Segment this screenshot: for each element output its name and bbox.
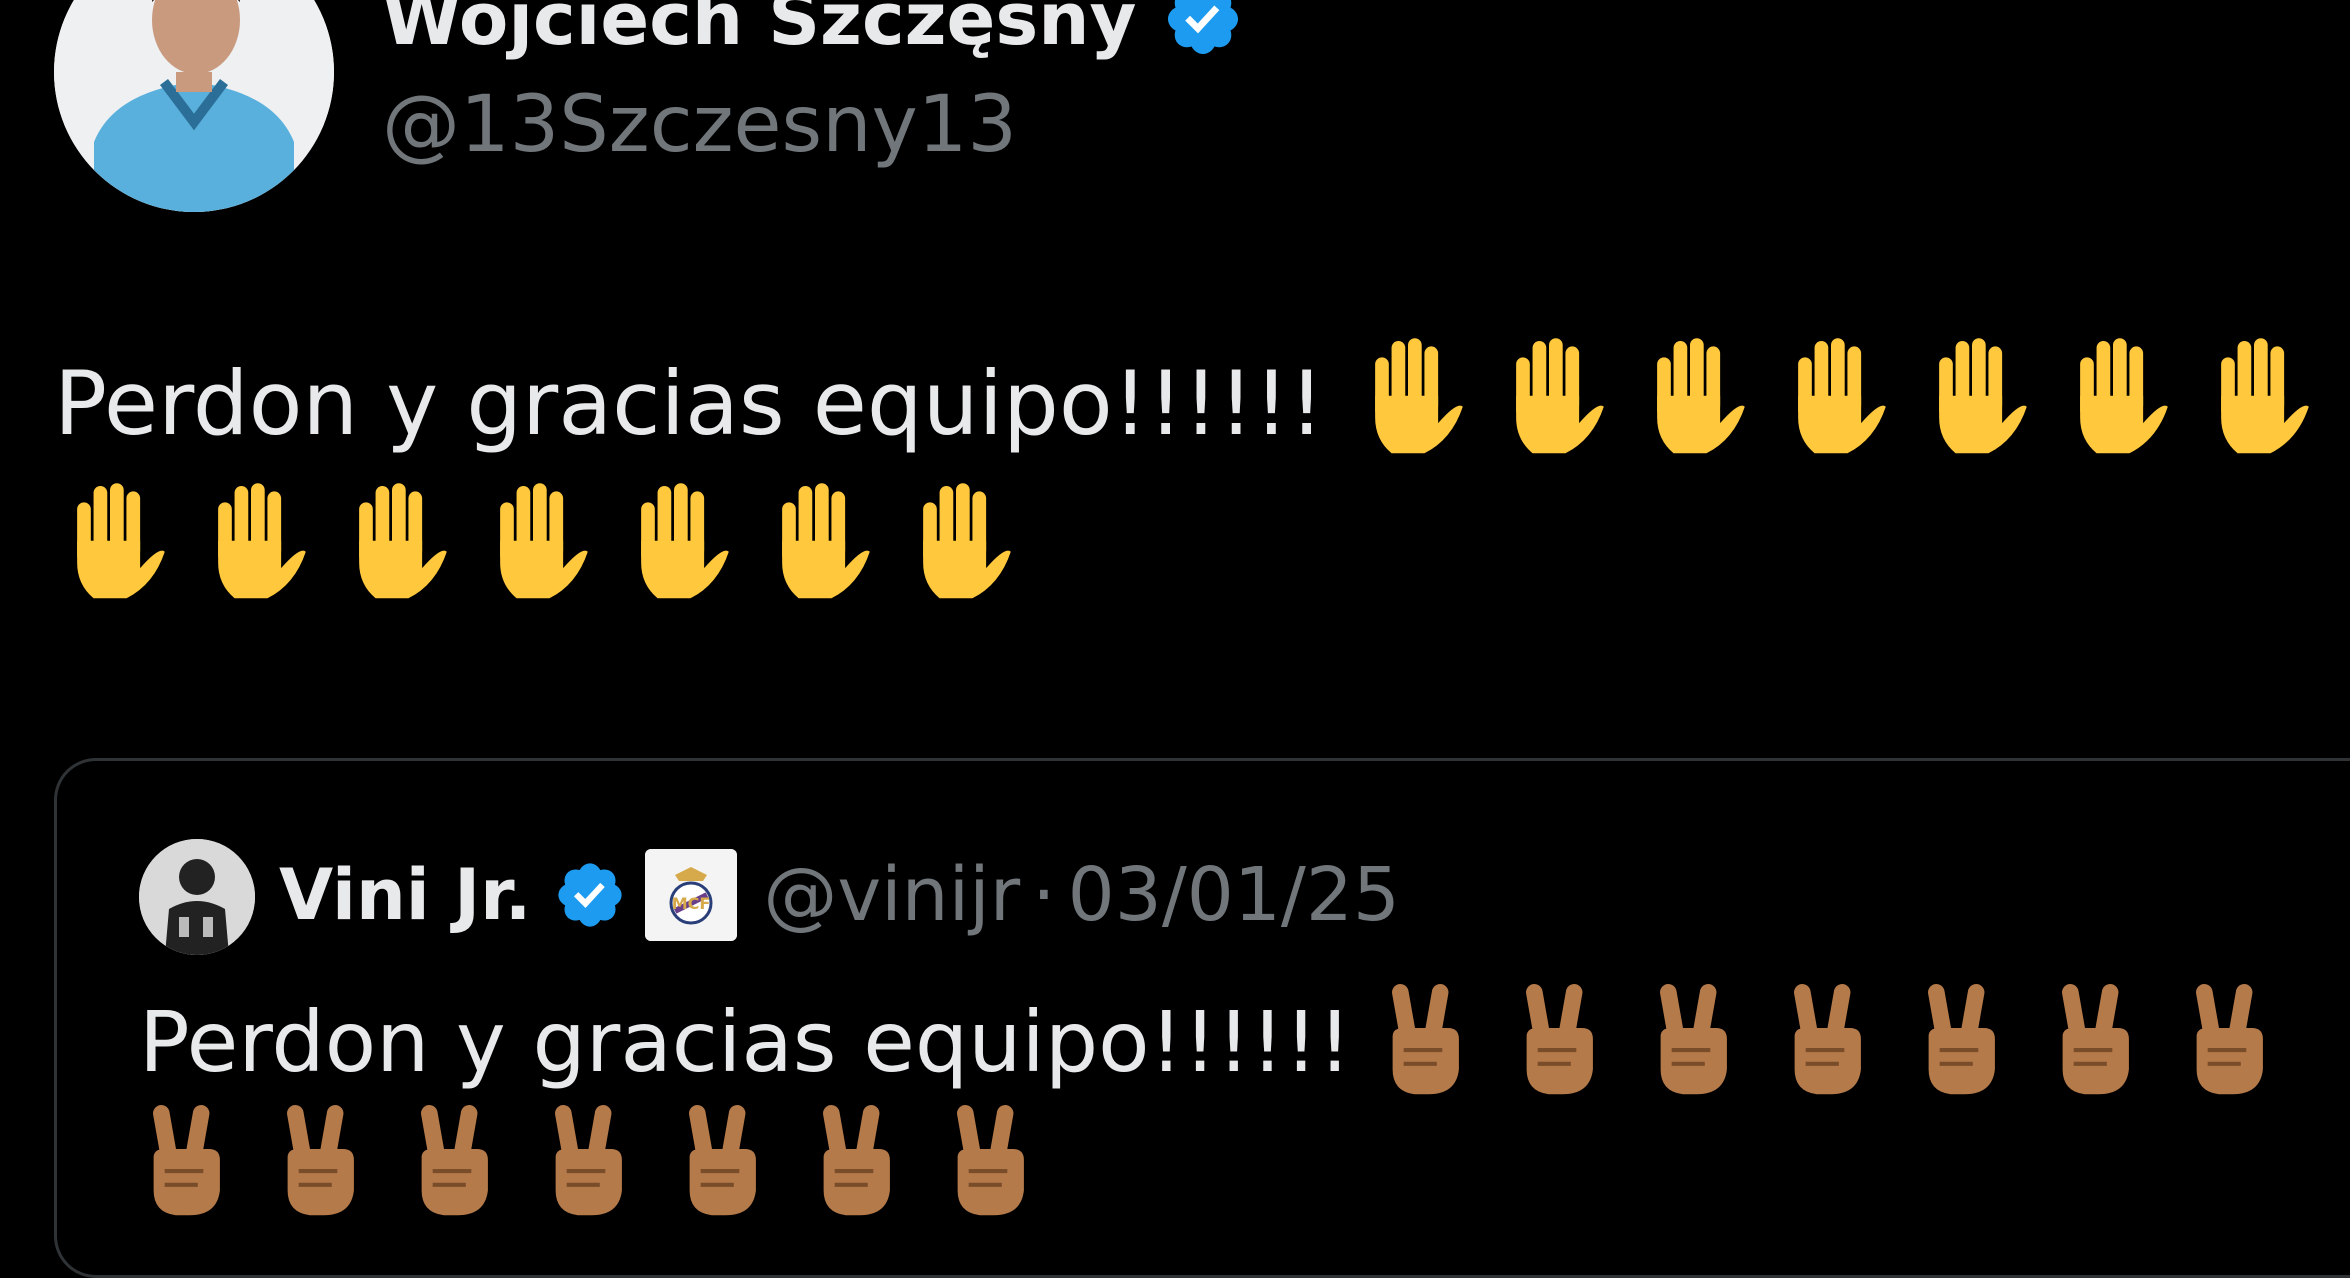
victory-hand-emoji-icon (2196, 984, 2264, 1095)
raised-hand-emoji-icon (641, 483, 729, 599)
raised-hand-emoji-icon (500, 483, 588, 599)
tweet-text: Perdon y gracias equipo!!!!!! (54, 330, 2344, 620)
author-avatar[interactable] (54, 0, 334, 212)
raised-hand-emoji-icon (782, 483, 870, 599)
victory-hand-emoji-icon (957, 1105, 1024, 1216)
quoted-tweet-text: Perdon y gracias equipo!!!!!! (139, 981, 2349, 1223)
raised-hand-emoji-icon (1375, 338, 1464, 454)
author-name-row: Wojciech Szczęsny (382, 0, 1244, 60)
victory-hand-emoji-icon (1392, 984, 1460, 1095)
raised-hand-emoji-icon (2221, 338, 2310, 454)
raised-hand-emoji-icon (218, 483, 306, 599)
victory-hand-emoji-icon (555, 1105, 622, 1216)
quoted-tweet-card[interactable]: Vini Jr. MCF @vinijr · 03/01/25 Perdon y… (54, 758, 2350, 1278)
quoted-author-avatar[interactable] (139, 839, 255, 955)
raised-hand-emoji-icon (359, 483, 447, 599)
quoted-author-name[interactable]: Vini Jr. (279, 860, 531, 930)
verified-badge-icon (1168, 0, 1239, 55)
victory-hand-emoji-icon (689, 1105, 756, 1216)
quoted-tweet-header: Vini Jr. MCF @vinijr · 03/01/25 (279, 849, 1400, 941)
verified-badge-icon (558, 863, 622, 927)
svg-text:MCF: MCF (672, 894, 711, 913)
raised-hand-emoji-icon (1657, 338, 1746, 454)
tweet-text-body: Perdon y gracias equipo!!!!!! (54, 352, 1325, 455)
victory-hand-emoji-icon (153, 1105, 220, 1216)
raised-hand-emoji-icon (923, 483, 1011, 599)
raised-hand-emoji-icon (1516, 338, 1605, 454)
quoted-tweet-text-body: Perdon y gracias equipo!!!!!! (139, 993, 1352, 1091)
victory-hand-emoji-icon (1526, 984, 1594, 1095)
victory-hand-emoji-icon (421, 1105, 488, 1216)
quoted-author-handle[interactable]: @vinijr (763, 858, 1020, 932)
raised-hand-emoji-icon (77, 483, 165, 599)
victory-hand-emoji-icon (2062, 984, 2130, 1095)
victory-hand-emoji-icon (1928, 984, 1996, 1095)
raised-hand-emoji-icon (1798, 338, 1887, 454)
author-name[interactable]: Wojciech Szczęsny (382, 0, 1136, 55)
separator-dot: · (1032, 852, 1056, 938)
raised-hand-emoji-icon (2080, 338, 2169, 454)
victory-hand-emoji-icon (1660, 984, 1728, 1095)
quoted-tweet-date[interactable]: 03/01/25 (1068, 858, 1400, 932)
raised-hand-emoji-icon (1939, 338, 2028, 454)
tweet: Wojciech Szczęsny @13Szczesny13 Perdon y… (0, 0, 2350, 1278)
victory-hand-emoji-icon (287, 1105, 354, 1216)
victory-hand-emoji-icon (1794, 984, 1862, 1095)
real-madrid-crest-icon[interactable]: MCF (645, 849, 738, 941)
author-handle[interactable]: @13Szczesny13 (382, 86, 1017, 164)
victory-hand-emoji-icon (823, 1105, 890, 1216)
